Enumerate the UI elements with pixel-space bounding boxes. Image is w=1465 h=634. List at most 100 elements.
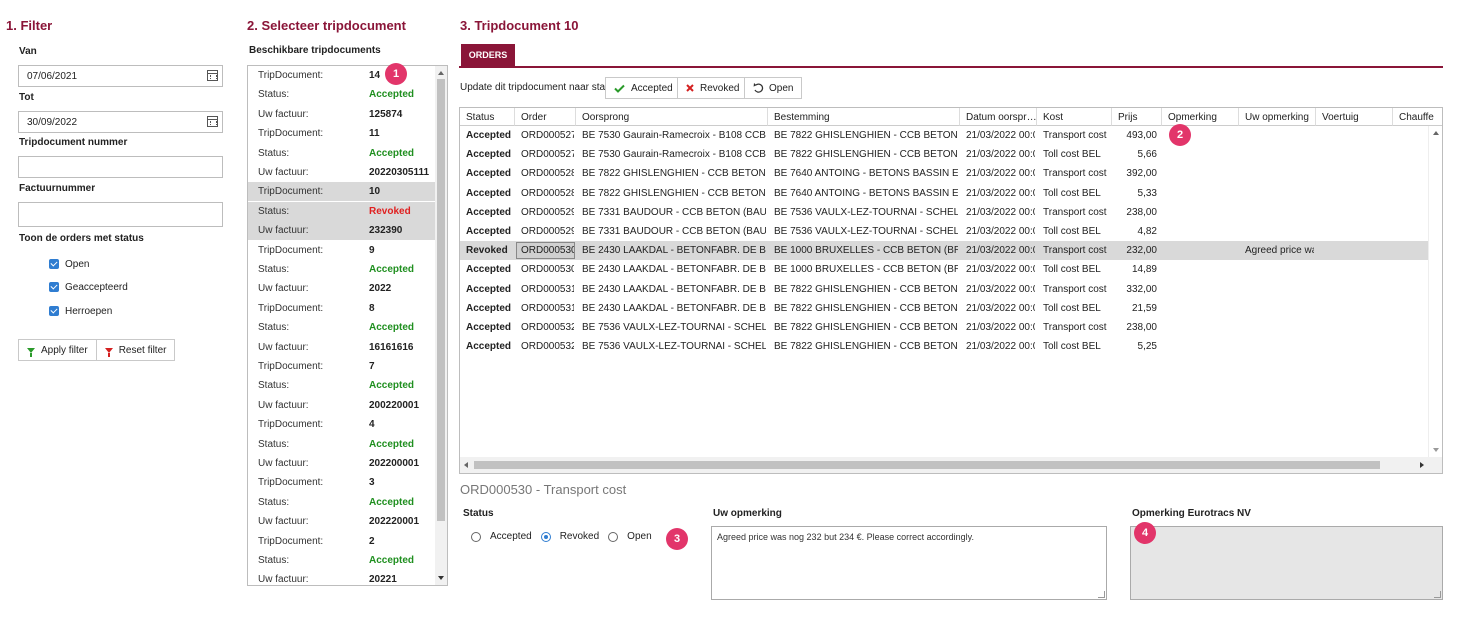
invoice-number-input[interactable]	[18, 202, 223, 227]
column-header[interactable]: Datum oorspr…	[960, 108, 1037, 126]
scroll-right-icon[interactable]	[1420, 462, 1424, 468]
tripdoc-list-row[interactable]: Status: Accepted	[248, 144, 436, 163]
apply-filter-button[interactable]: Apply filter	[19, 340, 96, 360]
set-accepted-button[interactable]: Accepted	[605, 77, 682, 99]
set-revoked-button[interactable]: Revoked	[677, 77, 749, 99]
table-cell-order: ORD000529	[521, 226, 574, 237]
tripdoc-list-row[interactable]: Status: Accepted	[248, 260, 436, 279]
table-cell-origin: BE 7536 VAULX-LEZ-TOURNAI - SCHELFHOU	[582, 341, 766, 353]
tripdoc-list-row[interactable]: TripDocument: 10	[248, 182, 436, 202]
table-cell-destination: BE 7640 ANTOING - BETONS BASSIN ESCAL	[774, 187, 958, 199]
tripdoc-list-row[interactable]: Uw factuur: 232390	[248, 221, 436, 241]
tripdoc-list-row[interactable]: TripDocument: 4	[248, 415, 436, 434]
column-header[interactable]: Opmerking	[1162, 108, 1239, 126]
set-open-button[interactable]: Open	[744, 77, 803, 99]
tab-orders[interactable]: ORDERS	[461, 44, 515, 66]
status-checkbox-accepted[interactable]: Geaccepteerd	[49, 280, 128, 294]
status-checkbox-open[interactable]: Open	[49, 257, 89, 271]
tripdoc-list-row[interactable]: Status: Accepted	[248, 318, 436, 337]
table-row[interactable]: Accepted ORD000529 BE 7331 BAUDOUR - CCB B…	[460, 222, 1429, 241]
scrollbar-thumb[interactable]	[437, 79, 445, 521]
tripdoc-list-row[interactable]: Uw factuur: 202220001	[248, 512, 436, 531]
scroll-down-icon[interactable]	[1433, 448, 1439, 452]
tripdoc-list-row[interactable]: Uw factuur: 20221	[248, 570, 436, 585]
reset-filter-button[interactable]: Reset filter	[95, 340, 175, 360]
table-row[interactable]: Accepted ORD000532 BE 7536 VAULX-LEZ-TOURN…	[460, 318, 1429, 337]
tripdoc-list-row[interactable]: TripDocument: 7	[248, 357, 436, 376]
tripdoc-list-row[interactable]: Status: Revoked	[248, 201, 436, 221]
tripdoc-list-row[interactable]: Uw factuur: 20220305111	[248, 163, 436, 182]
table-row[interactable]: Accepted ORD000527 BE 7530 Gaurain-Ramecro…	[460, 145, 1429, 164]
grid-horizontal-scrollbar[interactable]	[460, 457, 1442, 473]
checkbox-checked-icon[interactable]	[49, 259, 59, 269]
tripdoc-list-row[interactable]: Status: Accepted	[248, 376, 436, 395]
scroll-up-icon[interactable]	[1433, 131, 1439, 135]
column-header[interactable]: Prijs	[1112, 108, 1162, 126]
tripdoc-list-row[interactable]: Status: Accepted	[248, 85, 436, 104]
tripdoc-list-row[interactable]: Uw factuur: 2022	[248, 279, 436, 298]
table-cell-origin: BE 7331 BAUDOUR - CCB BETON (BAUDOUR	[582, 206, 766, 218]
radio-revoked[interactable]	[540, 531, 551, 542]
van-date-field[interactable]: 07/06/2021	[18, 65, 223, 87]
your-remark-textarea[interactable]: Agreed price was nog 232 but 234 €. Plea…	[711, 526, 1107, 600]
tripdoc-list-row[interactable]: Status: Accepted	[248, 551, 436, 570]
column-header[interactable]: Order	[515, 108, 576, 126]
column-header[interactable]: Chauffe	[1393, 108, 1442, 126]
tripdoc-list-row[interactable]: TripDocument: 11	[248, 124, 436, 143]
tripdoc-list-row[interactable]: Uw factuur: 200220001	[248, 396, 436, 415]
column-header[interactable]: Bestemming	[768, 108, 960, 126]
grid-vertical-scrollbar[interactable]	[1428, 126, 1442, 457]
table-cell-cost: Toll cost BEL	[1043, 187, 1101, 199]
column-header[interactable]: Status	[460, 108, 515, 126]
checkbox-checked-icon[interactable]	[49, 306, 59, 316]
tripdoc-list-row[interactable]: Uw factuur: 202200001	[248, 454, 436, 473]
tripdoc-list-row[interactable]: Status: Accepted	[248, 435, 436, 454]
column-header[interactable]: Oorsprong	[576, 108, 768, 126]
column-header[interactable]: Kost	[1037, 108, 1112, 126]
calendar-icon[interactable]	[207, 70, 218, 81]
tripdoc-list-row[interactable]: TripDocument: 14	[248, 66, 436, 85]
tripdoc-list-row[interactable]: TripDocument: 3	[248, 473, 436, 492]
checkbox-checked-icon[interactable]	[49, 282, 59, 292]
column-header[interactable]: Voertuig	[1316, 108, 1393, 126]
table-row[interactable]: Accepted ORD000528 BE 7822 GHISLENGHIEN - …	[460, 184, 1429, 203]
tripdoc-list-row[interactable]: TripDocument: 8	[248, 299, 436, 318]
table-row[interactable]: Accepted ORD000532 BE 7536 VAULX-LEZ-TOURN…	[460, 337, 1429, 356]
tot-date-field[interactable]: 30/09/2022	[18, 111, 223, 133]
table-row[interactable]: Accepted ORD000531 BE 2430 LAAKDAL - BETON…	[460, 299, 1429, 318]
table-cell-destination: BE 7822 GHISLENGHIEN - CCB BETON (GHIS	[774, 130, 958, 141]
tripdoc-list-row[interactable]: TripDocument: 2	[248, 532, 436, 551]
tripdoc-list-row[interactable]: Uw factuur: 125874	[248, 105, 436, 124]
tripdoc-field-value: Revoked	[369, 205, 411, 217]
scroll-left-icon[interactable]	[464, 462, 468, 468]
table-cell-destination: BE 7640 ANTOING - BETONS BASSIN ESCAL	[774, 168, 958, 180]
tripdocument-list[interactable]: TripDocument: 14 Status: Accepted Uw factuur…	[247, 65, 448, 586]
scroll-up-icon[interactable]	[438, 71, 444, 75]
radio-accepted[interactable]	[471, 531, 481, 542]
table-row[interactable]: Accepted ORD000531 BE 2430 LAAKDAL - BETON…	[460, 280, 1429, 299]
table-cell-price: 21,59	[1131, 302, 1157, 314]
list-scrollbar[interactable]	[435, 66, 447, 585]
resize-handle-icon[interactable]	[1098, 591, 1105, 598]
resize-handle-icon	[1434, 591, 1441, 598]
table-cell-date: 21/03/2022 00:00	[966, 149, 1035, 161]
tripdoc-list-row[interactable]: TripDocument: 9	[248, 241, 436, 260]
tripdoc-number-input[interactable]	[18, 156, 223, 178]
scrollbar-thumb[interactable]	[474, 461, 1380, 469]
tripdoc-field-label: Uw factuur:	[258, 399, 309, 411]
tripdoc-field-value: Accepted	[369, 555, 415, 566]
table-row[interactable]: Accepted ORD000527 BE 7530 Gaurain-Ramecro…	[460, 126, 1429, 145]
table-row[interactable]: Revoked ORD000530 BE 2430 LAAKDAL - BETONF…	[460, 241, 1429, 261]
table-row[interactable]: Accepted ORD000529 BE 7331 BAUDOUR - CCB B…	[460, 203, 1429, 222]
radio-open[interactable]	[608, 531, 619, 542]
orders-grid[interactable]: Status Order Oorsprong Bestemming Datum oors…	[459, 107, 1443, 474]
tripdoc-list-row[interactable]: Uw factuur: 16161616	[248, 338, 436, 357]
column-header[interactable]: Uw opmerking	[1239, 108, 1316, 126]
table-cell-status: Accepted	[466, 341, 512, 353]
table-row[interactable]: Accepted ORD000530 BE 2430 LAAKDAL - BETON…	[460, 260, 1429, 279]
table-row[interactable]: Accepted ORD000528 BE 7822 GHISLENGHIEN - …	[460, 164, 1429, 183]
scroll-down-icon[interactable]	[438, 576, 444, 580]
tripdoc-list-row[interactable]: Status: Accepted	[248, 493, 436, 512]
status-checkbox-revoked[interactable]: Herroepen	[49, 304, 112, 318]
calendar-icon[interactable]	[207, 116, 218, 127]
